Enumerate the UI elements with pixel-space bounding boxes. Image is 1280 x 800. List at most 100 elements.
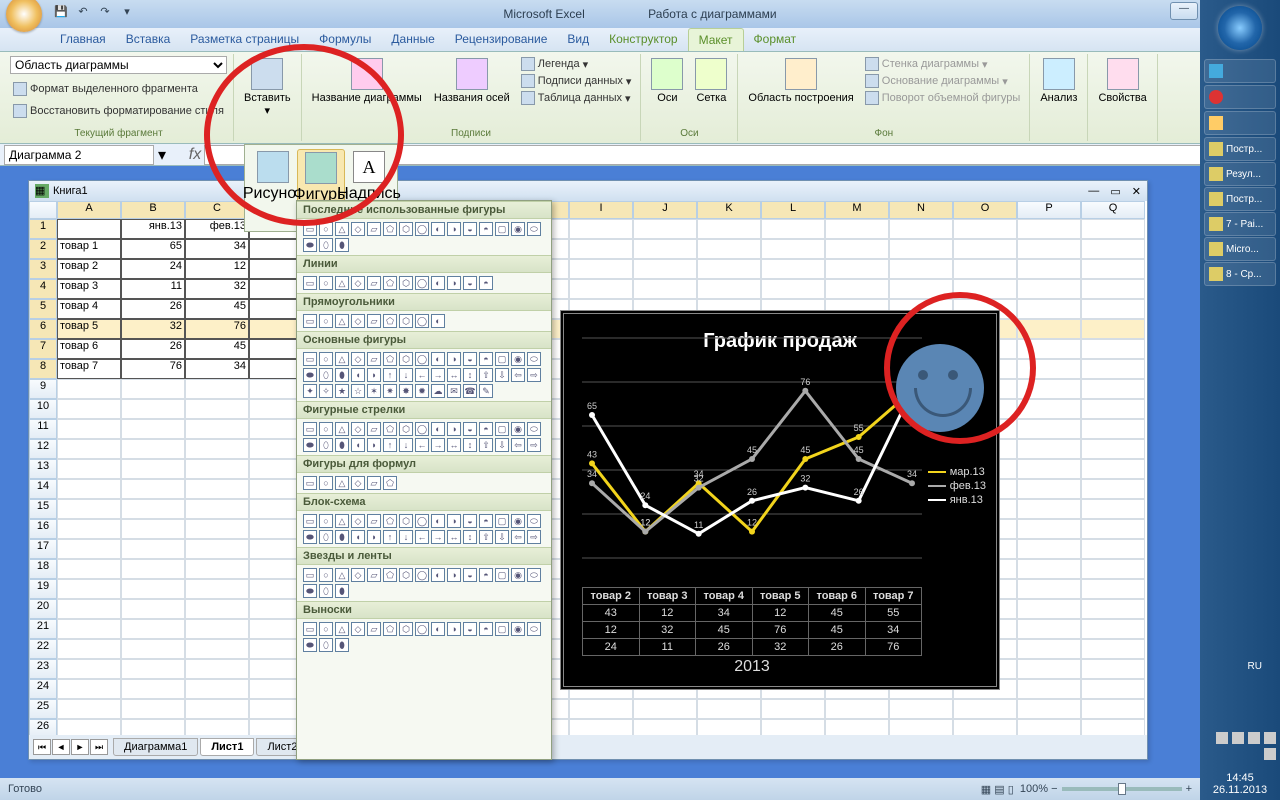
cell-B16[interactable] xyxy=(121,519,185,539)
tab-chart-format[interactable]: Формат xyxy=(744,28,807,51)
view-normal[interactable]: ▦ xyxy=(981,783,991,796)
shape-option[interactable]: ◯ xyxy=(415,352,429,366)
save-button[interactable]: 💾 xyxy=(52,5,70,23)
cell-A19[interactable] xyxy=(57,579,121,599)
data-labels-button[interactable]: Подписи данных ▾ xyxy=(518,73,635,89)
shape-option[interactable]: ○ xyxy=(319,314,333,328)
cell-A26[interactable] xyxy=(57,719,121,735)
shape-option[interactable]: ◓ xyxy=(479,222,493,236)
shape-option[interactable]: ◒ xyxy=(463,352,477,366)
sheet-nav-prev[interactable]: ◄ xyxy=(52,739,70,755)
cell-A4[interactable]: товар 3 xyxy=(57,279,121,299)
cell-Q13[interactable] xyxy=(1081,459,1145,479)
shape-option[interactable]: ◓ xyxy=(479,514,493,528)
shape-option[interactable]: ☆ xyxy=(351,384,365,398)
shape-option[interactable]: ◓ xyxy=(479,622,493,636)
cell-B4[interactable]: 11 xyxy=(121,279,185,299)
axes-button[interactable]: Оси xyxy=(647,56,687,106)
shape-option[interactable]: ▢ xyxy=(495,422,509,436)
cell-C2[interactable]: 34 xyxy=(185,239,249,259)
cell-C20[interactable] xyxy=(185,599,249,619)
cell-B7[interactable]: 26 xyxy=(121,339,185,359)
shape-option[interactable]: ◓ xyxy=(479,422,493,436)
shape-option[interactable]: ↑ xyxy=(383,368,397,382)
shape-option[interactable]: ← xyxy=(415,368,429,382)
shape-option[interactable]: ⬭ xyxy=(527,622,541,636)
shape-option[interactable]: ◇ xyxy=(351,622,365,636)
shape-option[interactable]: ◉ xyxy=(511,622,525,636)
cell-C4[interactable]: 32 xyxy=(185,279,249,299)
shape-option[interactable]: ⬠ xyxy=(383,352,397,366)
shape-option[interactable]: ◑ xyxy=(447,422,461,436)
cell-B25[interactable] xyxy=(121,699,185,719)
cell-Q20[interactable] xyxy=(1081,599,1145,619)
cell-K2[interactable] xyxy=(697,239,761,259)
shape-option[interactable]: ◇ xyxy=(351,568,365,582)
cell-Q21[interactable] xyxy=(1081,619,1145,639)
taskbar-item-5[interactable]: 8 - Ср... xyxy=(1204,262,1276,286)
cell-C8[interactable]: 34 xyxy=(185,359,249,379)
cell-M25[interactable] xyxy=(825,699,889,719)
row-header-4[interactable]: 4 xyxy=(29,279,57,299)
shape-option[interactable]: ✸ xyxy=(399,384,413,398)
shape-option[interactable]: ⇩ xyxy=(495,368,509,382)
reset-style-button[interactable]: Восстановить форматирование стиля xyxy=(10,103,227,119)
cell-L3[interactable] xyxy=(761,259,825,279)
shape-option[interactable]: ◐ xyxy=(431,276,445,290)
shape-option[interactable]: ⬠ xyxy=(383,222,397,236)
cell-N1[interactable] xyxy=(889,219,953,239)
cell-A17[interactable] xyxy=(57,539,121,559)
shape-option[interactable]: ▱ xyxy=(367,622,381,636)
cell-O4[interactable] xyxy=(953,279,1017,299)
shape-option[interactable]: ★ xyxy=(335,384,349,398)
shape-option[interactable]: ↑ xyxy=(383,530,397,544)
shape-option[interactable]: ▢ xyxy=(495,222,509,236)
redo-button[interactable]: ↷ xyxy=(96,5,114,23)
shape-option[interactable]: ◇ xyxy=(351,422,365,436)
shape-option[interactable]: ⬯ xyxy=(319,638,333,652)
shape-option[interactable]: ◐ xyxy=(431,622,445,636)
cell-P13[interactable] xyxy=(1017,459,1081,479)
shape-option[interactable]: ○ xyxy=(319,476,333,490)
shape-option[interactable]: ⇩ xyxy=(495,530,509,544)
shape-option[interactable]: ✷ xyxy=(383,384,397,398)
cell-P1[interactable] xyxy=(1017,219,1081,239)
shape-option[interactable]: ▭ xyxy=(303,422,317,436)
row-header-20[interactable]: 20 xyxy=(29,599,57,619)
properties-button[interactable]: Свойства xyxy=(1094,56,1150,106)
shape-option[interactable]: ⬭ xyxy=(527,422,541,436)
embedded-chart[interactable]: График продаж 43123412455576341232457645… xyxy=(560,310,1000,690)
cell-P25[interactable] xyxy=(1017,699,1081,719)
cell-L25[interactable] xyxy=(761,699,825,719)
cell-A15[interactable] xyxy=(57,499,121,519)
cell-C13[interactable] xyxy=(185,459,249,479)
row-header-7[interactable]: 7 xyxy=(29,339,57,359)
cell-O2[interactable] xyxy=(953,239,1017,259)
cell-P2[interactable] xyxy=(1017,239,1081,259)
cell-A20[interactable] xyxy=(57,599,121,619)
row-header-25[interactable]: 25 xyxy=(29,699,57,719)
col-header-J[interactable]: J xyxy=(633,201,697,219)
shape-option[interactable]: ⬡ xyxy=(399,568,413,582)
cell-O26[interactable] xyxy=(953,719,1017,735)
chart-floor-button[interactable]: Основание диаграммы ▾ xyxy=(862,73,1024,89)
name-box[interactable] xyxy=(4,145,154,165)
pinned-explorer[interactable] xyxy=(1204,111,1276,135)
col-header-C[interactable]: C xyxy=(185,201,249,219)
cell-C15[interactable] xyxy=(185,499,249,519)
cell-P16[interactable] xyxy=(1017,519,1081,539)
row-header-15[interactable]: 15 xyxy=(29,499,57,519)
chart-plot-area[interactable]: 4312341245557634123245764534652411263226… xyxy=(582,328,922,568)
row-header-17[interactable]: 17 xyxy=(29,539,57,559)
cell-C11[interactable] xyxy=(185,419,249,439)
cell-B21[interactable] xyxy=(121,619,185,639)
cell-C23[interactable] xyxy=(185,659,249,679)
row-header-22[interactable]: 22 xyxy=(29,639,57,659)
cell-P22[interactable] xyxy=(1017,639,1081,659)
cell-C10[interactable] xyxy=(185,399,249,419)
shape-option[interactable]: ◯ xyxy=(415,622,429,636)
cell-B17[interactable] xyxy=(121,539,185,559)
shapes-gallery[interactable]: Последние использованные фигуры▭○△◇▱⬠⬡◯◐… xyxy=(296,200,552,760)
cell-C18[interactable] xyxy=(185,559,249,579)
cell-L4[interactable] xyxy=(761,279,825,299)
